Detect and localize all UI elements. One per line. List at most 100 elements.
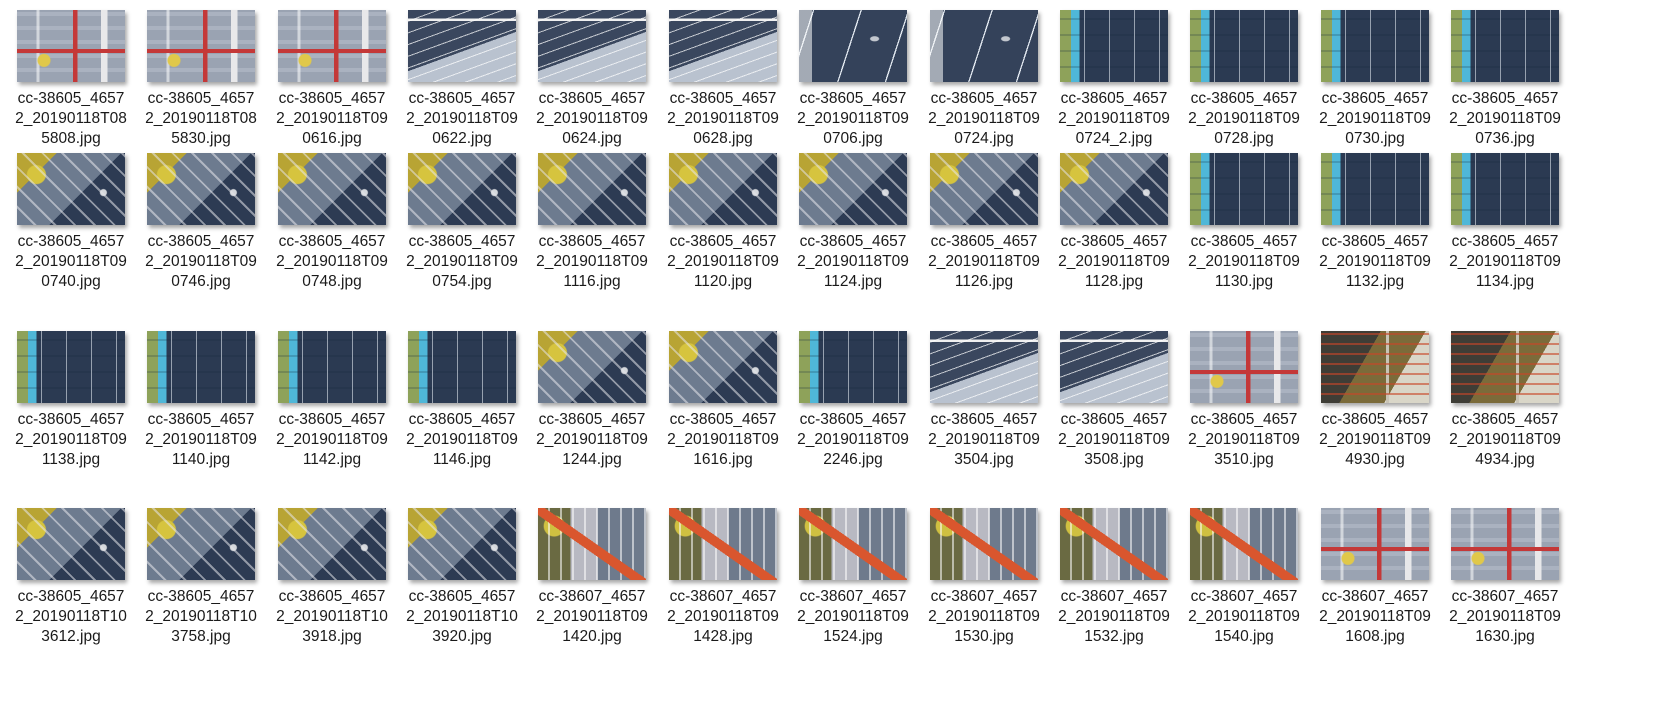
file-item[interactable]: cc-38605_4657 2_20190118T09 1126.jpg xyxy=(920,153,1048,303)
file-name-label[interactable]: cc-38605_4657 2_20190118T09 0628.jpg xyxy=(659,89,787,149)
image-thumbnail[interactable] xyxy=(538,10,646,82)
file-item[interactable]: cc-38605_4657 2_20190118T09 1132.jpg xyxy=(1311,153,1439,303)
image-thumbnail[interactable] xyxy=(538,508,646,580)
image-thumbnail[interactable] xyxy=(147,508,255,580)
file-item[interactable]: cc-38605_4657 2_20190118T10 3920.jpg xyxy=(398,508,526,658)
file-item[interactable]: cc-38605_4657 2_20190118T09 0754.jpg xyxy=(398,153,526,303)
image-thumbnail[interactable] xyxy=(1190,153,1298,225)
file-item[interactable]: cc-38605_4657 2_20190118T09 0728.jpg xyxy=(1180,10,1308,160)
file-name-label[interactable]: cc-38605_4657 2_20190118T09 3504.jpg xyxy=(920,410,1048,470)
image-thumbnail[interactable] xyxy=(147,153,255,225)
file-item[interactable]: cc-38605_4657 2_20190118T09 0724.jpg xyxy=(920,10,1048,160)
file-item[interactable]: cc-38605_4657 2_20190118T09 0740.jpg xyxy=(7,153,135,303)
image-thumbnail[interactable] xyxy=(1321,508,1429,580)
file-item[interactable]: cc-38605_4657 2_20190118T09 0724_2.jpg xyxy=(1050,10,1178,160)
image-thumbnail[interactable] xyxy=(1451,153,1559,225)
image-thumbnail[interactable] xyxy=(930,508,1038,580)
file-name-label[interactable]: cc-38605_4657 2_20190118T09 1132.jpg xyxy=(1311,232,1439,292)
image-thumbnail[interactable] xyxy=(17,153,125,225)
file-name-label[interactable]: cc-38607_4657 2_20190118T09 1524.jpg xyxy=(789,587,917,647)
image-thumbnail[interactable] xyxy=(669,331,777,403)
file-name-label[interactable]: cc-38607_4657 2_20190118T09 1532.jpg xyxy=(1050,587,1178,647)
file-item[interactable]: cc-38605_4657 2_20190118T09 1116.jpg xyxy=(528,153,656,303)
image-thumbnail[interactable] xyxy=(1060,153,1168,225)
file-name-label[interactable]: cc-38607_4657 2_20190118T09 1608.jpg xyxy=(1311,587,1439,647)
image-thumbnail[interactable] xyxy=(1060,10,1168,82)
file-name-label[interactable]: cc-38605_4657 2_20190118T09 3510.jpg xyxy=(1180,410,1308,470)
file-name-label[interactable]: cc-38605_4657 2_20190118T09 1616.jpg xyxy=(659,410,787,470)
file-name-label[interactable]: cc-38605_4657 2_20190118T09 1134.jpg xyxy=(1441,232,1569,292)
image-thumbnail[interactable] xyxy=(669,153,777,225)
file-item[interactable]: cc-38605_4657 2_20190118T10 3758.jpg xyxy=(137,508,265,658)
image-thumbnail[interactable] xyxy=(1321,153,1429,225)
file-name-label[interactable]: cc-38605_4657 2_20190118T09 4930.jpg xyxy=(1311,410,1439,470)
image-thumbnail[interactable] xyxy=(1451,508,1559,580)
file-item[interactable]: cc-38605_4657 2_20190118T09 0736.jpg xyxy=(1441,10,1569,160)
file-name-label[interactable]: cc-38605_4657 2_20190118T09 2246.jpg xyxy=(789,410,917,470)
file-name-label[interactable]: cc-38605_4657 2_20190118T09 1120.jpg xyxy=(659,232,787,292)
image-thumbnail[interactable] xyxy=(538,331,646,403)
file-item[interactable]: cc-38607_4657 2_20190118T09 1524.jpg xyxy=(789,508,917,658)
file-item[interactable]: cc-38607_4657 2_20190118T09 1540.jpg xyxy=(1180,508,1308,658)
file-name-label[interactable]: cc-38605_4657 2_20190118T09 1146.jpg xyxy=(398,410,526,470)
file-item[interactable]: cc-38605_4657 2_20190118T09 1138.jpg xyxy=(7,331,135,481)
file-name-label[interactable]: cc-38605_4657 2_20190118T09 1138.jpg xyxy=(7,410,135,470)
file-name-label[interactable]: cc-38605_4657 2_20190118T09 3508.jpg xyxy=(1050,410,1178,470)
file-item[interactable]: cc-38605_4657 2_20190118T09 4934.jpg xyxy=(1441,331,1569,481)
file-name-label[interactable]: cc-38605_4657 2_20190118T09 1124.jpg xyxy=(789,232,917,292)
file-item[interactable]: cc-38605_4657 2_20190118T09 4930.jpg xyxy=(1311,331,1439,481)
image-thumbnail[interactable] xyxy=(147,331,255,403)
file-item[interactable]: cc-38607_4657 2_20190118T09 1420.jpg xyxy=(528,508,656,658)
image-thumbnail[interactable] xyxy=(278,153,386,225)
file-item[interactable]: cc-38605_4657 2_20190118T09 3508.jpg xyxy=(1050,331,1178,481)
file-item[interactable]: cc-38605_4657 2_20190118T09 0746.jpg xyxy=(137,153,265,303)
image-thumbnail[interactable] xyxy=(1321,331,1429,403)
file-item[interactable]: cc-38605_4657 2_20190118T09 3510.jpg xyxy=(1180,331,1308,481)
file-name-label[interactable]: cc-38605_4657 2_20190118T10 3920.jpg xyxy=(398,587,526,647)
image-thumbnail[interactable] xyxy=(1190,331,1298,403)
file-name-label[interactable]: cc-38605_4657 2_20190118T09 0624.jpg xyxy=(528,89,656,149)
file-item[interactable]: cc-38605_4657 2_20190118T08 5830.jpg xyxy=(137,10,265,160)
image-thumbnail[interactable] xyxy=(799,508,907,580)
image-thumbnail[interactable] xyxy=(17,331,125,403)
file-name-label[interactable]: cc-38605_4657 2_20190118T09 4934.jpg xyxy=(1441,410,1569,470)
file-name-label[interactable]: cc-38605_4657 2_20190118T09 1244.jpg xyxy=(528,410,656,470)
file-name-label[interactable]: cc-38605_4657 2_20190118T09 0746.jpg xyxy=(137,232,265,292)
file-item[interactable]: cc-38605_4657 2_20190118T09 1134.jpg xyxy=(1441,153,1569,303)
image-thumbnail[interactable] xyxy=(669,10,777,82)
file-item[interactable]: cc-38605_4657 2_20190118T09 0730.jpg xyxy=(1311,10,1439,160)
image-thumbnail[interactable] xyxy=(930,153,1038,225)
file-item[interactable]: cc-38605_4657 2_20190118T09 1146.jpg xyxy=(398,331,526,481)
image-thumbnail[interactable] xyxy=(147,10,255,82)
file-item[interactable]: cc-38605_4657 2_20190118T09 1120.jpg xyxy=(659,153,787,303)
file-item[interactable]: cc-38605_4657 2_20190118T09 3504.jpg xyxy=(920,331,1048,481)
image-thumbnail[interactable] xyxy=(799,331,907,403)
file-name-label[interactable]: cc-38605_4657 2_20190118T09 0724_2.jpg xyxy=(1050,89,1178,149)
file-name-label[interactable]: cc-38605_4657 2_20190118T09 0748.jpg xyxy=(268,232,396,292)
image-thumbnail[interactable] xyxy=(408,508,516,580)
file-item[interactable]: cc-38607_4657 2_20190118T09 1428.jpg xyxy=(659,508,787,658)
file-name-label[interactable]: cc-38605_4657 2_20190118T08 5808.jpg xyxy=(7,89,135,149)
file-item[interactable]: cc-38605_4657 2_20190118T10 3612.jpg xyxy=(7,508,135,658)
file-item[interactable]: cc-38605_4657 2_20190118T09 1616.jpg xyxy=(659,331,787,481)
image-thumbnail[interactable] xyxy=(408,331,516,403)
image-thumbnail[interactable] xyxy=(1060,331,1168,403)
file-item[interactable]: cc-38605_4657 2_20190118T09 1244.jpg xyxy=(528,331,656,481)
file-item[interactable]: cc-38605_4657 2_20190118T09 2246.jpg xyxy=(789,331,917,481)
file-item[interactable]: cc-38605_4657 2_20190118T08 5808.jpg xyxy=(7,10,135,160)
file-name-label[interactable]: cc-38607_4657 2_20190118T09 1530.jpg xyxy=(920,587,1048,647)
file-name-label[interactable]: cc-38607_4657 2_20190118T09 1428.jpg xyxy=(659,587,787,647)
file-item[interactable]: cc-38605_4657 2_20190118T09 1128.jpg xyxy=(1050,153,1178,303)
file-name-label[interactable]: cc-38605_4657 2_20190118T10 3918.jpg xyxy=(268,587,396,647)
image-thumbnail[interactable] xyxy=(408,10,516,82)
file-item[interactable]: cc-38607_4657 2_20190118T09 1608.jpg xyxy=(1311,508,1439,658)
image-thumbnail[interactable] xyxy=(669,508,777,580)
image-thumbnail[interactable] xyxy=(1190,508,1298,580)
image-thumbnail[interactable] xyxy=(1451,331,1559,403)
image-thumbnail[interactable] xyxy=(278,331,386,403)
file-name-label[interactable]: cc-38605_4657 2_20190118T09 0736.jpg xyxy=(1441,89,1569,149)
file-name-label[interactable]: cc-38605_4657 2_20190118T09 1126.jpg xyxy=(920,232,1048,292)
image-thumbnail[interactable] xyxy=(930,331,1038,403)
file-item[interactable]: cc-38605_4657 2_20190118T09 0706.jpg xyxy=(789,10,917,160)
file-item[interactable]: cc-38607_4657 2_20190118T09 1532.jpg xyxy=(1050,508,1178,658)
